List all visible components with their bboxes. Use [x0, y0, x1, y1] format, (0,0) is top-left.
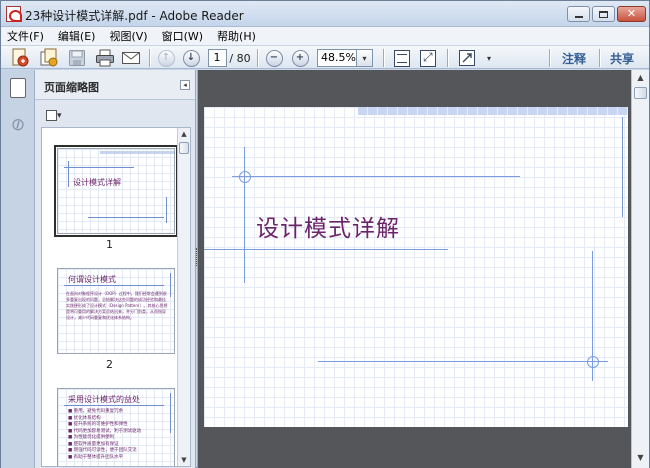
page-total: / 80 — [229, 51, 251, 65]
toolbar-separator — [447, 49, 448, 67]
toolbar-more-button[interactable]: ▾ — [483, 48, 495, 68]
chevron-down-icon: ▾ — [57, 111, 62, 121]
zoom-dropdown-button[interactable]: ▾ — [357, 49, 373, 67]
thumbnail-title: 设计模式详解 — [73, 178, 121, 187]
adobe-reader-icon — [6, 6, 22, 22]
page-number-field[interactable]: 1 — [207, 48, 227, 68]
comment-button[interactable]: 注释 — [557, 48, 591, 68]
toolbar-separator — [549, 49, 550, 67]
document-view: 设计模式详解 — [197, 70, 631, 468]
previous-page-button[interactable]: ↑ — [155, 48, 177, 68]
share-button[interactable]: 共享 — [605, 48, 639, 68]
minimize-button[interactable] — [567, 6, 590, 22]
window-title: 23种设计模式详解.pdf - Adobe Reader — [25, 9, 244, 23]
zoom-field[interactable]: 48.5% ▾ — [317, 48, 375, 68]
next-page-icon: ↓ — [182, 49, 200, 67]
zoom-in-icon: + — [291, 49, 309, 67]
thumbnail-label: 1 — [106, 238, 113, 251]
collapse-panel-button[interactable]: ◂ — [180, 80, 190, 90]
menu-view[interactable]: 视图(V) — [109, 28, 147, 44]
toolbar-separator — [257, 49, 258, 67]
thumbnail-options-button[interactable]: ▾ — [46, 110, 68, 122]
thumbnail-scrollbar[interactable]: ▲ ▼ — [177, 128, 190, 466]
thumbnail-label: 2 — [106, 358, 113, 371]
options-icon — [46, 110, 57, 121]
save-icon — [69, 50, 85, 66]
full-screen-button[interactable] — [455, 48, 479, 68]
zoom-input[interactable]: 48.5% — [317, 49, 357, 67]
navigation-panel: ⊘ 页面缩略图 ◂ ▾ 设计模式详解 1 何谓设计模式 在面向对象程序设计（OO… — [1, 70, 196, 468]
organizer-icon — [40, 48, 58, 67]
panel-title: 页面缩略图 — [44, 81, 99, 94]
zoom-out-button[interactable]: − — [263, 48, 285, 68]
maximize-button[interactable] — [592, 6, 615, 22]
zoom-in-button[interactable]: + — [289, 48, 311, 68]
maximize-icon — [599, 10, 608, 18]
email-button[interactable] — [119, 48, 143, 68]
adobe-reader-window: 23种设计模式详解.pdf - Adobe Reader ✕ 文件(F) 编辑(… — [0, 0, 650, 468]
thumbnail-bullets: ■ 重用，避免代码重复冗余 ■ 优化体系结构 ■ 提升系统的可维护性和弹性 ■ … — [68, 409, 142, 460]
title-bar: 23种设计模式详解.pdf - Adobe Reader ✕ — [1, 1, 649, 27]
zoom-out-icon: − — [265, 49, 283, 67]
page-thumbnails-icon[interactable] — [7, 78, 26, 102]
chevron-down-icon: ▾ — [486, 53, 491, 63]
toolbar: ↑ ↓ 1 / 80 − + 48.5% ▾ ⤢ ▾ 注释 共享 — [1, 45, 649, 69]
share-label: 共享 — [609, 51, 634, 66]
page-thumbnail-1[interactable]: 设计模式详解 — [54, 145, 178, 237]
minimize-icon — [574, 15, 583, 18]
page-thumbnail-3[interactable]: 采用设计模式的益处 ■ 重用，避免代码重复冗余 ■ 优化体系结构 ■ 提升系统的… — [57, 388, 175, 466]
menu-help[interactable]: 帮助(H) — [217, 28, 256, 44]
page-number-input[interactable]: 1 — [207, 49, 227, 67]
menu-window[interactable]: 窗口(W) — [162, 28, 203, 44]
fit-width-icon — [420, 49, 436, 67]
navigation-strip: ⊘ — [1, 70, 35, 468]
save-button[interactable] — [65, 48, 89, 68]
toolbar-separator — [149, 49, 150, 67]
thumbnail-body: 在面向对象程序设计（OOP）过程中，我们经常会遇到很多重复出现的问题，总结解决这… — [66, 291, 168, 320]
scroll-thumb[interactable] — [634, 87, 647, 99]
next-page-button[interactable]: ↓ — [180, 48, 202, 68]
menu-edit[interactable]: 编辑(E) — [58, 28, 96, 44]
previous-page-icon: ↑ — [157, 49, 175, 67]
paperclip-icon[interactable]: ⊘ — [7, 113, 29, 137]
thumbnail-title: 何谓设计模式 — [68, 275, 116, 284]
chevron-down-icon: ▾ — [362, 53, 367, 63]
scroll-up-arrow[interactable]: ▲ — [632, 70, 649, 86]
email-icon — [122, 52, 140, 64]
print-button[interactable] — [93, 48, 117, 68]
document-scrollbar[interactable]: ▲ ▼ — [631, 70, 649, 468]
thumbnails-header: 页面缩略图 ◂ — [35, 70, 195, 100]
toolbar-separator — [383, 49, 384, 67]
print-icon — [96, 49, 114, 67]
scroll-up-arrow[interactable]: ▲ — [178, 128, 190, 140]
close-button[interactable]: ✕ — [617, 6, 646, 22]
comment-label: 注释 — [561, 51, 586, 66]
scroll-down-arrow[interactable]: ▼ — [632, 450, 649, 466]
thumbnail-list: 设计模式详解 1 何谓设计模式 在面向对象程序设计（OOP）过程中，我们经常会遇… — [41, 127, 191, 467]
close-icon: ✕ — [626, 7, 637, 20]
fit-page-button[interactable] — [391, 48, 413, 68]
create-pdf-button[interactable] — [8, 48, 32, 68]
fit-page-icon — [394, 49, 410, 67]
scroll-thumb[interactable] — [179, 142, 189, 154]
page-thumbnail-2[interactable]: 何谓设计模式 在面向对象程序设计（OOP）过程中，我们经常会遇到很多重复出现的问… — [57, 268, 175, 354]
menu-file[interactable]: 文件(F) — [7, 28, 44, 44]
create-pdf-icon — [12, 48, 29, 67]
page-decoration — [358, 107, 628, 115]
scroll-down-arrow[interactable]: ▼ — [178, 454, 190, 466]
slide-title: 设计模式详解 — [256, 216, 400, 242]
menu-bar: 文件(F) 编辑(E) 视图(V) 窗口(W) 帮助(H) — [1, 27, 649, 45]
toolbar-separator — [599, 49, 600, 67]
fit-width-button[interactable] — [417, 48, 439, 68]
pdf-page: 设计模式详解 — [204, 107, 628, 427]
full-screen-icon — [459, 50, 475, 66]
organizer-button[interactable] — [37, 48, 61, 68]
thumbnail-title: 采用设计模式的益处 — [68, 395, 140, 404]
